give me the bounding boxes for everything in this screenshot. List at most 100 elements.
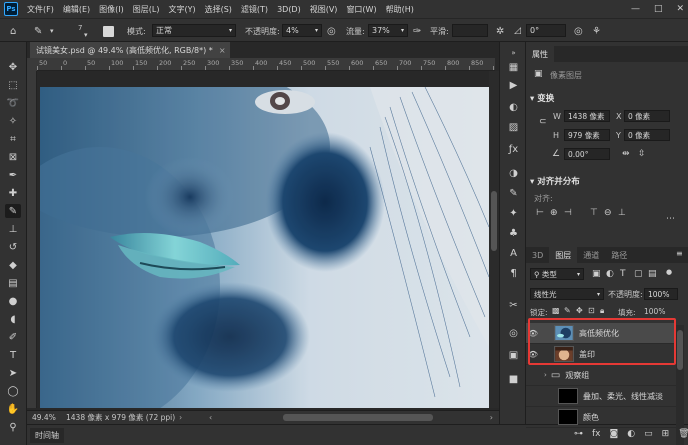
layer-row-high-low-freq[interactable]: 👁︎ 高低频优化 — [526, 323, 676, 344]
info-panel-icon[interactable]: ◎ — [506, 326, 521, 340]
layer-row-overlay[interactable]: 叠加、柔光、线性减淡 — [526, 386, 676, 407]
align-left-icon[interactable]: ⊢ — [536, 208, 544, 218]
y-field[interactable]: 0 像素 — [624, 129, 670, 141]
layer-name[interactable]: 叠加、柔光、线性减淡 — [583, 391, 663, 402]
filter-toggle-icon[interactable]: ● — [666, 268, 672, 276]
smoothing-field[interactable] — [452, 24, 488, 37]
marquee-tool-icon[interactable]: ⬚ — [5, 78, 21, 92]
actions-panel-icon[interactable]: ▶ — [506, 78, 521, 92]
eyedropper-tool-icon[interactable]: ✒ — [5, 168, 21, 182]
home-icon[interactable]: ⌂ — [10, 24, 16, 38]
filter-smart-object-icon[interactable]: ▤ — [648, 269, 657, 279]
lock-artboard-icon[interactable]: ⊡ — [588, 306, 595, 315]
scroll-right-icon[interactable]: › — [490, 413, 493, 422]
group-expand-chevron-icon[interactable]: › — [544, 371, 547, 379]
clone-stamp-tool-icon[interactable]: ⊥ — [5, 222, 21, 236]
status-menu-arrow-icon[interactable]: › — [179, 413, 182, 422]
layer-filter-select[interactable]: ⚲ 类型 ▾ — [530, 268, 584, 280]
maximize-button[interactable]: □ — [654, 4, 663, 14]
tab-3d[interactable]: 3D — [526, 247, 549, 263]
align-top-icon[interactable]: ⊤ — [590, 208, 598, 218]
eraser-tool-icon[interactable]: ◆ — [5, 258, 21, 272]
filter-type-icon[interactable]: T — [620, 269, 626, 279]
vertical-scroll-thumb[interactable] — [491, 191, 497, 251]
clone-source-panel-icon[interactable]: ♣ — [506, 226, 521, 240]
align-section-header[interactable]: ▾ 对齐并分布 — [530, 175, 580, 187]
layers-scroll-thumb[interactable] — [677, 330, 683, 370]
scroll-left-icon[interactable]: ‹ — [209, 413, 212, 422]
document-tab[interactable]: 试镜美女.psd @ 49.4% (高低频优化, RGB/8*) * × — [30, 42, 230, 58]
menu-help[interactable]: 帮助(H) — [386, 4, 414, 15]
blur-tool-icon[interactable]: ● — [5, 294, 21, 308]
paragraph-panel-icon[interactable]: ¶ — [506, 266, 521, 280]
new-layer-icon[interactable]: ⊞ — [662, 429, 670, 439]
menu-edit[interactable]: 编辑(E) — [63, 4, 90, 15]
menu-window[interactable]: 窗口(W) — [346, 4, 376, 15]
minimize-button[interactable]: — — [631, 4, 640, 14]
type-tool-icon[interactable]: T — [5, 348, 21, 362]
layer-opacity-field[interactable]: 100% — [644, 288, 678, 300]
close-tab-icon[interactable]: × — [219, 46, 226, 55]
symmetry-icon[interactable]: ⚘ — [592, 24, 601, 38]
hand-tool-icon[interactable]: ✋ — [5, 402, 21, 416]
menu-file[interactable]: 文件(F) — [27, 4, 54, 15]
character-panel-icon[interactable]: A — [506, 246, 521, 260]
layer-name[interactable]: 盖印 — [579, 349, 595, 360]
tool-presets-panel-icon[interactable]: ✦ — [506, 206, 521, 220]
layer-name[interactable]: 观察组 — [565, 370, 589, 381]
new-adjustment-icon[interactable]: ◐ — [627, 429, 635, 439]
menu-3d[interactable]: 3D(D) — [277, 5, 301, 14]
layer-name[interactable]: 颜色 — [583, 412, 599, 423]
swatches-panel-icon[interactable]: ▨ — [506, 120, 521, 134]
flow-field[interactable]: 37% ▾ — [368, 24, 408, 37]
layer-style-fx-icon[interactable]: fx — [592, 429, 601, 439]
notes-panel-icon[interactable]: ■ — [506, 372, 521, 386]
align-hcenter-icon[interactable]: ⊕ — [550, 208, 558, 218]
align-vcenter-icon[interactable]: ⊖ — [604, 208, 612, 218]
blend-mode-select[interactable]: 线性光 ▾ — [530, 288, 604, 300]
filter-adjustment-icon[interactable]: ◐ — [606, 269, 614, 279]
filter-pixel-icon[interactable]: ▣ — [592, 269, 601, 279]
lock-position-icon[interactable]: ✥ — [576, 306, 583, 315]
pen-tool-icon[interactable]: ✐ — [5, 330, 21, 344]
gear-icon[interactable]: ✲ — [496, 24, 504, 38]
lock-pixels-icon[interactable]: ✎ — [564, 306, 571, 315]
menu-image[interactable]: 图像(I) — [99, 4, 124, 15]
adjustments-panel-icon[interactable]: ƒx — [506, 142, 521, 156]
lock-all-icon[interactable]: 🔒︎ — [600, 306, 604, 316]
rotation-field[interactable]: 0.00° — [564, 148, 610, 160]
libraries-panel-icon[interactable]: ✂ — [506, 298, 521, 312]
brush-tool-icon[interactable]: ✎ — [5, 204, 21, 218]
brush-size-value[interactable]: 7 — [78, 21, 82, 35]
flip-horizontal-icon[interactable]: ⇹ — [622, 149, 630, 159]
zoom-level[interactable]: 49.4% — [32, 413, 60, 422]
visibility-eye-icon[interactable]: 👁︎ — [526, 350, 540, 359]
menu-select[interactable]: 选择(S) — [205, 4, 232, 15]
visibility-eye-icon[interactable]: 👁︎ — [526, 329, 540, 338]
brush-settings-panel-icon[interactable]: ✎ — [506, 186, 521, 200]
frame-tool-icon[interactable]: ⊠ — [5, 150, 21, 164]
brush-size-chevron-icon[interactable]: ▾ — [84, 28, 88, 42]
align-right-icon[interactable]: ⊣ — [564, 208, 572, 218]
filter-shape-icon[interactable]: ▢ — [634, 269, 643, 279]
color-panel-icon[interactable]: ◐ — [506, 100, 521, 114]
flip-vertical-icon[interactable]: ⇳ — [638, 149, 646, 159]
tab-properties[interactable]: 属性 — [526, 46, 554, 62]
add-mask-icon[interactable]: ◙ — [610, 429, 619, 439]
lock-transparent-icon[interactable]: ▩ — [552, 306, 560, 315]
tab-paths[interactable]: 路径 — [605, 247, 633, 263]
brush-angle-icon[interactable]: ◿ — [514, 24, 521, 38]
transform-section-header[interactable]: ▾ 变换 — [530, 92, 554, 104]
menu-filter[interactable]: 滤镜(T) — [241, 4, 268, 15]
collapse-dock-icon[interactable]: » — [506, 46, 521, 60]
mode-select[interactable]: 正常 ▾ — [152, 24, 236, 37]
menu-type[interactable]: 文字(Y) — [168, 4, 195, 15]
crop-tool-icon[interactable]: ⌗ — [5, 132, 21, 146]
move-tool-icon[interactable]: ✥ — [5, 60, 21, 74]
chevron-down-icon[interactable]: ▾ — [50, 24, 54, 38]
angle-field[interactable]: 0° — [526, 24, 566, 37]
brush-panel-icon[interactable]: ◑ — [506, 166, 521, 180]
delete-layer-icon[interactable]: 🗑︎ — [678, 429, 688, 439]
lasso-tool-icon[interactable]: ➰ — [5, 96, 21, 110]
tab-channels[interactable]: 通道 — [577, 247, 605, 263]
